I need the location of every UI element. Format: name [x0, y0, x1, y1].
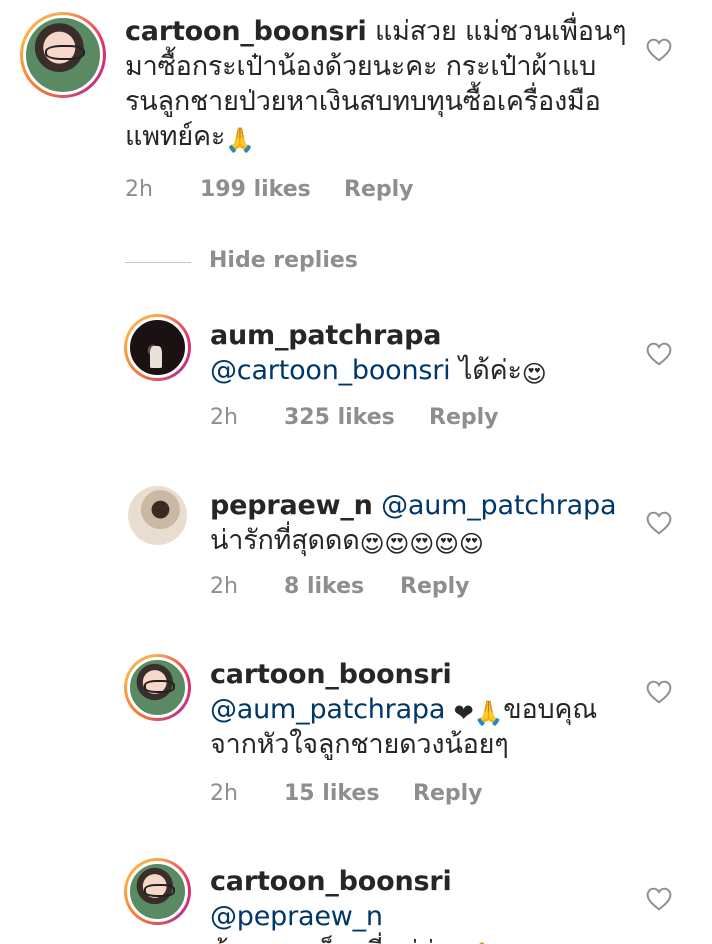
comment-body: aum_patchrapa @cartoon_boonsri ได้ค่ะ😍 — [210, 318, 630, 388]
reply-button[interactable]: Reply — [429, 405, 499, 430]
comment-text-line2: จากหัวใจลูกชายดวงน้อยๆ — [210, 729, 509, 760]
comment-likes[interactable]: 15 likes — [284, 781, 406, 806]
comment-text: น่ารักที่สุดดด — [210, 525, 360, 556]
comment-time: 2h — [210, 405, 238, 430]
comment-meta: 2h 8 likes Reply — [210, 574, 470, 599]
comment-text: ได้ค่ะ — [458, 355, 522, 386]
like-button[interactable] — [646, 887, 672, 911]
comment-username[interactable]: cartoon_boonsri — [210, 866, 452, 897]
cartoon-avatar-icon — [23, 15, 103, 95]
like-button[interactable] — [646, 511, 672, 535]
reply-button[interactable]: Reply — [413, 781, 483, 806]
like-button[interactable] — [646, 342, 672, 366]
heart-folded-hands-emoji: ❤🙏 — [453, 699, 504, 727]
comment-text-line1: แม่สวย แม่ชวนเพื่อนๆ — [374, 16, 627, 47]
comment-username[interactable]: cartoon_boonsri — [125, 16, 367, 47]
comment-time: 2h — [210, 574, 238, 599]
heart-outline-icon — [646, 342, 672, 366]
pepraew-avatar-icon — [128, 486, 187, 545]
heart-outline-icon — [646, 511, 672, 535]
comment-body: cartoon_boonsri @pepraew_n ข้อความเล็กๆท… — [210, 864, 630, 944]
comment-meta: 2h 199 likes Reply — [125, 177, 414, 202]
comment-time: 2h — [125, 177, 153, 202]
comment-body: pepraew_n @aum_patchrapa น่ารักที่สุดดด😍… — [210, 488, 630, 558]
avatar[interactable] — [124, 858, 191, 925]
like-button[interactable] — [646, 680, 672, 704]
comment-time: 2h — [210, 781, 238, 806]
comment-body: cartoon_boonsri @aum_patchrapa ❤🙏ขอบคุณ … — [210, 657, 630, 762]
reply-button[interactable]: Reply — [400, 574, 470, 599]
comment-username[interactable]: pepraew_n — [210, 490, 373, 521]
comment-text-line4: แพทย์คะ — [125, 121, 226, 152]
cartoon-avatar-icon — [127, 657, 188, 718]
heart-eyes-emoji: 😍 — [521, 360, 547, 388]
aum-avatar-icon — [127, 317, 188, 378]
heart-outline-icon — [646, 38, 672, 62]
comment-body: cartoon_boonsri แม่สวย แม่ชวนเพื่อนๆ มาซ… — [125, 14, 635, 154]
avatar[interactable] — [124, 654, 191, 721]
avatar[interactable] — [124, 314, 191, 381]
hide-replies-label[interactable]: Hide replies — [209, 248, 358, 273]
comment-text-line2: มาซื้อกระเป๋าน้องด้วยนะคะ กระเป๋าผ้าแบ — [125, 51, 597, 82]
comment-likes[interactable]: 199 likes — [200, 177, 337, 202]
comment-likes[interactable]: 325 likes — [284, 405, 422, 430]
comment-text-line3: รนลูกชายป่วยหาเงินสบทบทุนซื้อเครื่องมือ — [125, 86, 601, 117]
avatar[interactable] — [128, 486, 187, 545]
avatar[interactable] — [20, 12, 106, 98]
comment-username[interactable]: cartoon_boonsri — [210, 659, 452, 690]
mention-link[interactable]: @aum_patchrapa — [381, 490, 616, 521]
heart-eyes-emoji: 😍😍😍😍😍 — [359, 530, 484, 558]
comment-text-line1: ขอบคุณ — [503, 694, 598, 725]
comment-meta: 2h 325 likes Reply — [210, 405, 499, 430]
heart-outline-icon — [646, 887, 672, 911]
like-button[interactable] — [646, 38, 672, 62]
heart-outline-icon — [646, 680, 672, 704]
mention-link[interactable]: @aum_patchrapa — [210, 694, 445, 725]
comment-text: ข้อความเล็กๆที่แม่อ่าน — [210, 936, 467, 944]
divider-line — [125, 262, 191, 263]
reply-button[interactable]: Reply — [344, 177, 414, 202]
comment-meta: 2h 15 likes Reply — [210, 781, 483, 806]
comment-username[interactable]: aum_patchrapa — [210, 320, 441, 351]
comment-likes[interactable]: 8 likes — [284, 574, 393, 599]
folded-hands-emoji: 🙏 — [225, 126, 255, 154]
mention-link[interactable]: @cartoon_boonsri — [210, 355, 451, 386]
mention-link[interactable]: @pepraew_n — [210, 901, 383, 932]
cartoon-avatar-icon — [127, 861, 188, 922]
